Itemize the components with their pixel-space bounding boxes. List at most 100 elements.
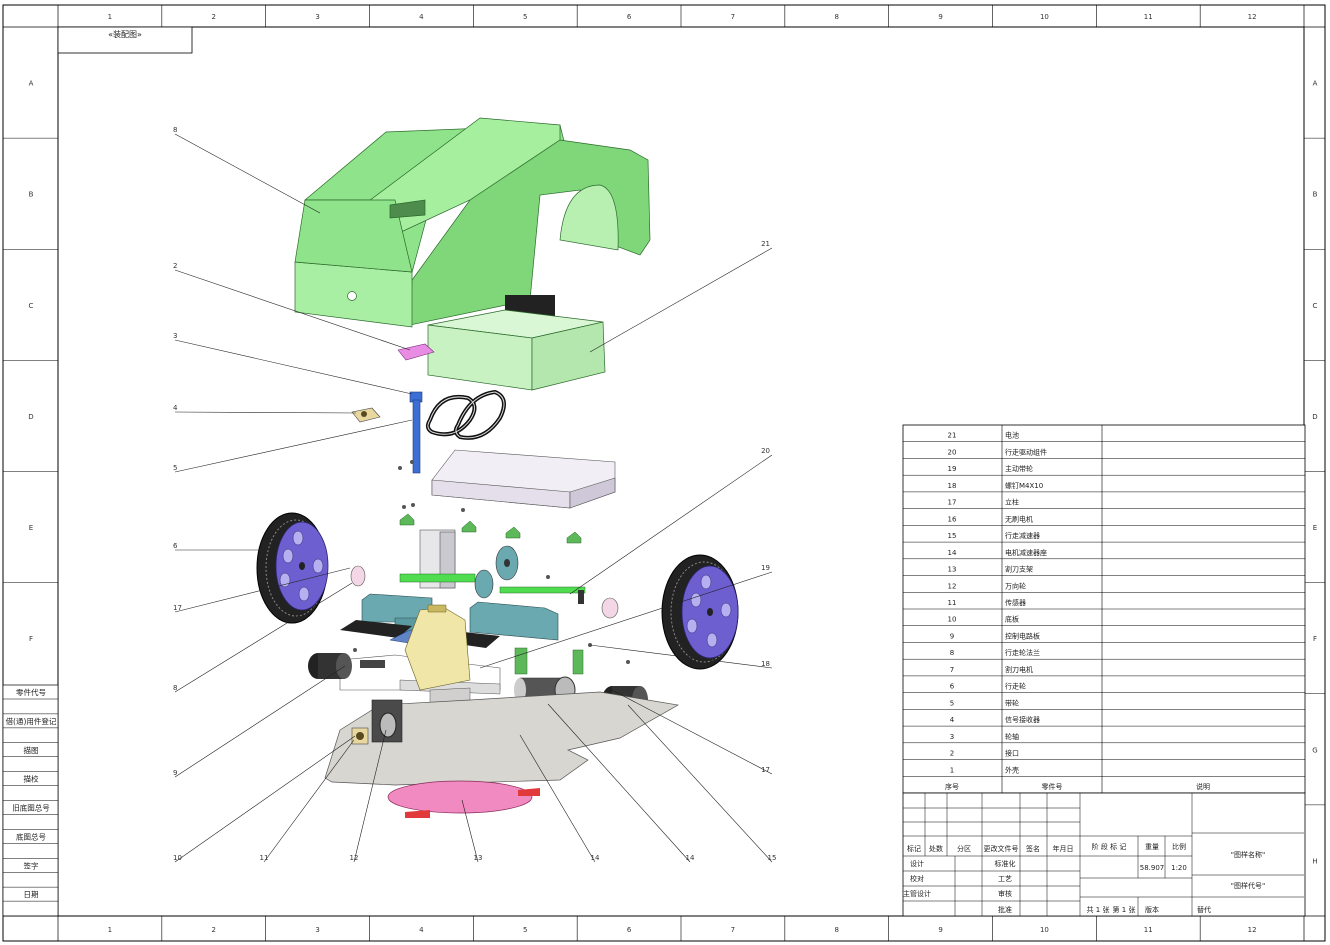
callout-label: 5 [173, 464, 177, 472]
zone-row-left-F: F [29, 635, 33, 643]
bom-row-name: 螺钉M4X10 [1005, 481, 1043, 490]
bom-row-no: 1 [950, 766, 954, 774]
zone-col-bottom-4: 4 [419, 926, 424, 934]
callout-label: 2 [173, 262, 177, 270]
zone-col-top-11: 11 [1144, 13, 1153, 21]
bom-row-name: 行走轮法兰 [1005, 648, 1040, 657]
bom-header-no: 序号 [945, 782, 959, 791]
zone-col-top-2: 2 [212, 13, 216, 21]
zone-row-right-E: E [1313, 524, 1317, 532]
zone-row-right-A: A [1313, 80, 1318, 88]
zone-col-bottom-10: 10 [1040, 926, 1049, 934]
bom-header-desc: 说明 [1196, 782, 1210, 791]
weight-value: 58.907 [1140, 864, 1165, 872]
weight-label: 重量 [1145, 843, 1159, 851]
tray-part [431, 449, 616, 509]
sheet-no: 第 1 张 [1113, 905, 1136, 914]
scale-label: 比例 [1172, 842, 1186, 851]
callout-label: 13 [474, 854, 483, 862]
zone-row-right-F: F [1313, 635, 1317, 643]
bom-row-name: 行走轮 [1005, 682, 1026, 691]
bom-row-no: 13 [948, 566, 957, 574]
zone-col-bottom-1: 1 [108, 926, 112, 934]
zone-row-left-B: B [29, 191, 34, 199]
zone-col-top-3: 3 [315, 13, 319, 21]
zone-col-bottom-7: 7 [731, 926, 735, 934]
bom-row-no: 21 [948, 432, 957, 440]
shell-part [294, 117, 651, 328]
version-label: 版本 [1145, 905, 1159, 914]
left-strip-cell: 底图总号 [16, 831, 46, 841]
zone-col-bottom-9: 9 [938, 926, 942, 934]
callout-label: 14 [686, 854, 695, 862]
left-strip: 零件代号借(通)用件登记描图描校旧底图总号底图总号签字日期 [2, 684, 59, 917]
blade [387, 780, 540, 818]
zone-col-bottom-11: 11 [1144, 926, 1153, 934]
bom-row-no: 6 [950, 683, 955, 691]
callout-label: 10 [173, 854, 182, 862]
bom-row-no: 7 [950, 666, 954, 674]
bom-row-name: 控制电路板 [1005, 631, 1040, 640]
bom-row-no: 19 [948, 465, 957, 473]
zone-col-top-4: 4 [419, 13, 424, 21]
bom-row-no: 10 [948, 616, 957, 624]
zone-col-bottom-2: 2 [212, 926, 216, 934]
bom-row-no: 11 [948, 599, 957, 607]
zone-row-right-B: B [1313, 191, 1318, 199]
callout-label: 15 [768, 854, 777, 862]
belt-part [425, 389, 506, 440]
zone-col-top-9: 9 [938, 13, 942, 21]
bom-row-no: 3 [950, 733, 954, 741]
callout-label: 18 [761, 660, 770, 668]
rev-header: 分区 [957, 844, 971, 853]
stage-label: 阶 段 标 记 [1092, 842, 1127, 851]
zone-col-top-1: 1 [108, 13, 112, 21]
left-strip-cell: 日期 [24, 890, 39, 899]
zone-row-left-A: A [29, 80, 34, 88]
left-strip-cell: 借(通)用件登记 [6, 716, 57, 726]
replace-label: 替代 [1197, 905, 1211, 914]
drawing-sheet: 1 1 2 2 3 3 4 4 5 5 6 6 7 7 8 8 9 9 10 10 11 11 12 12 A A B B C C D D E E… [0, 0, 1330, 945]
rev-header: 标记 [907, 844, 921, 853]
zone-col-top-10: 10 [1040, 13, 1049, 21]
bom-row-name: 接口 [1005, 749, 1019, 758]
role-left: 主管设计 [903, 889, 931, 898]
callout-label: 6 [173, 542, 178, 550]
bom-row-name: 行走减速器 [1005, 531, 1040, 540]
drawing-code: "图样代号" [1231, 881, 1265, 890]
callout-label: 17 [173, 604, 182, 612]
drawing-name: "图样名称" [1231, 850, 1265, 859]
callout-label: 12 [350, 854, 359, 862]
rev-header: 签名 [1026, 844, 1040, 853]
left-strip-cell: 旧底图总号 [12, 803, 50, 813]
zone-row-right-D: D [1312, 413, 1317, 421]
rev-header: 处数 [929, 844, 943, 853]
zone-col-bottom-5: 5 [523, 926, 527, 934]
bom-table: 21 电池20 行走驱动组件19 主动带轮18 螺钉M4X1017 立柱16 无刷电机15 行… [902, 424, 1306, 794]
bom-row-name: 无刷电机 [1005, 514, 1033, 523]
zone-row-left-D: D [28, 413, 33, 421]
bom-row-no: 17 [948, 499, 957, 507]
bom-row-no: 4 [950, 716, 955, 724]
callout-label: 14 [591, 854, 600, 862]
zone-col-top-12: 12 [1248, 13, 1257, 21]
bom-row-no: 9 [950, 632, 954, 640]
bom-row-no: 18 [948, 482, 957, 490]
zone-col-top-7: 7 [731, 13, 735, 21]
bom-row-name: 立柱 [1005, 498, 1019, 507]
zone-col-bottom-12: 12 [1248, 926, 1257, 934]
bom-row-name: 信号接收器 [1005, 715, 1040, 724]
callout-label: 21 [761, 240, 770, 248]
role-right: 批准 [998, 905, 1012, 914]
bom-row-no: 5 [950, 699, 954, 707]
bom-row-no: 8 [950, 649, 954, 657]
rev-header: 年月日 [1053, 844, 1074, 853]
left-strip-cell: 描图 [24, 745, 39, 755]
left-wheel [256, 512, 329, 624]
zone-row-left-C: C [29, 302, 34, 310]
left-strip-cell: 零件代号 [16, 687, 46, 697]
bom-row-no: 2 [950, 750, 954, 758]
bom-row-name: 割刀电机 [1005, 665, 1033, 674]
bom-row-no: 14 [948, 549, 957, 557]
bom-row-no: 20 [948, 448, 957, 456]
